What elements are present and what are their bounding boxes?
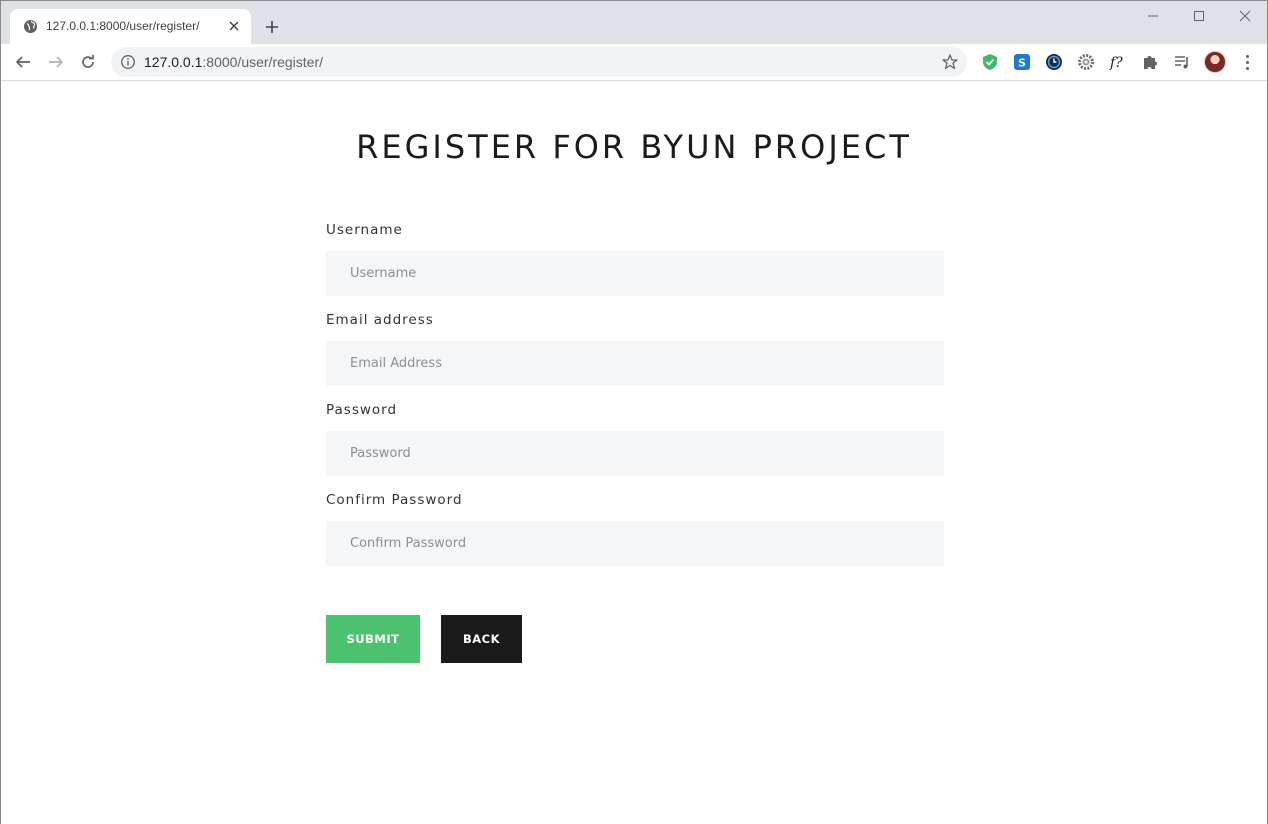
back-arrow-icon[interactable] xyxy=(11,50,35,74)
page-content: REGISTER FOR BYUN PROJECT Username Email… xyxy=(1,82,1267,824)
tab-title: 127.0.0.1:8000/user/register/ xyxy=(46,19,200,33)
close-icon[interactable] xyxy=(225,17,243,35)
browser-window: 127.0.0.1:8000/user/register/ 127.0.0.1:… xyxy=(0,0,1268,824)
url-text: 127.0.0.1:8000/user/register/ xyxy=(144,54,323,70)
puzzle-icon[interactable] xyxy=(1140,52,1160,72)
browser-toolbar: 127.0.0.1:8000/user/register/ S f? xyxy=(1,44,1267,81)
svg-text:f?: f? xyxy=(1109,55,1123,71)
address-bar[interactable]: 127.0.0.1:8000/user/register/ xyxy=(111,47,967,77)
plus-icon[interactable] xyxy=(261,16,283,38)
reload-icon[interactable] xyxy=(76,50,100,74)
submit-button[interactable]: SUBMIT xyxy=(326,615,420,663)
globe-icon xyxy=(23,19,38,34)
star-icon[interactable] xyxy=(941,53,959,71)
password-label: Password xyxy=(326,402,398,418)
media-control-icon[interactable] xyxy=(1172,52,1192,72)
clock-icon[interactable] xyxy=(1044,52,1064,72)
active-tab[interactable]: 127.0.0.1:8000/user/register/ xyxy=(10,9,251,44)
menu-dots-icon[interactable] xyxy=(1238,52,1256,72)
page-title: REGISTER FOR BYUN PROJECT xyxy=(356,128,912,166)
username-input[interactable] xyxy=(326,251,944,296)
url-path: :8000/user/register/ xyxy=(202,54,324,70)
confirm-password-input[interactable] xyxy=(326,521,944,566)
tab-strip: 127.0.0.1:8000/user/register/ xyxy=(1,1,1267,44)
skype-icon[interactable]: S xyxy=(1012,52,1032,72)
password-input[interactable] xyxy=(326,431,944,476)
forward-arrow-icon[interactable] xyxy=(44,50,68,74)
register-form: Username Email address Password Confirm … xyxy=(326,222,944,582)
maximize-icon[interactable] xyxy=(1176,5,1222,27)
svg-text:S: S xyxy=(1018,57,1026,70)
window-close-icon[interactable] xyxy=(1222,5,1268,27)
font-finder-icon[interactable]: f? xyxy=(1108,52,1128,72)
minimize-icon[interactable] xyxy=(1130,5,1176,27)
confirm-password-label: Confirm Password xyxy=(326,492,463,508)
info-icon[interactable] xyxy=(120,54,136,70)
url-host: 127.0.0.1 xyxy=(144,54,203,70)
shield-check-icon[interactable] xyxy=(980,52,1000,72)
username-label: Username xyxy=(326,222,403,238)
back-button[interactable]: BACK xyxy=(441,615,522,663)
email-input[interactable] xyxy=(326,341,944,386)
avatar[interactable] xyxy=(1204,51,1226,73)
email-label: Email address xyxy=(326,312,434,328)
gear-icon[interactable] xyxy=(1076,52,1096,72)
